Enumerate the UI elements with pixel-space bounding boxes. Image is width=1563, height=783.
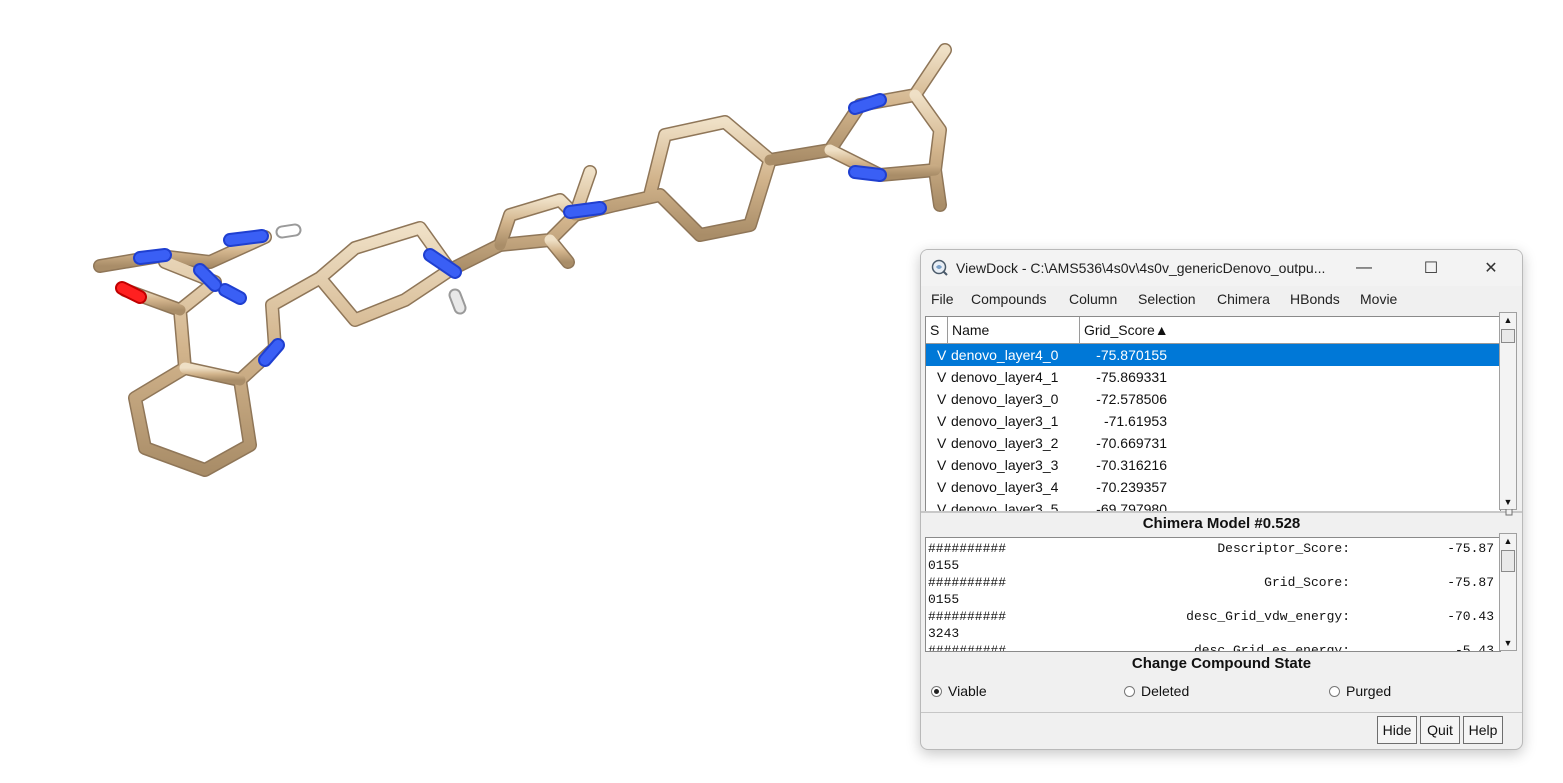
help-button[interactable]: Help xyxy=(1463,716,1503,744)
list-rows: Vdenovo_layer4_0 -75.870155 Vdenovo_layer4… xyxy=(926,344,1500,511)
table-row[interactable]: Vdenovo_layer3_1 -71.61953 xyxy=(926,410,1500,432)
title-bar[interactable]: ViewDock - C:\AMS536\4s0v\4s0v_genericDe… xyxy=(921,250,1522,286)
row-grid-score: -70.316216 xyxy=(1096,457,1167,473)
info-label: desc_Grid_es_energy: xyxy=(1193,643,1350,652)
info-hash: ########## xyxy=(928,643,1007,652)
table-row[interactable]: Vdenovo_layer3_3 -70.316216 xyxy=(926,454,1500,476)
info-value: -75.87 xyxy=(1447,541,1494,556)
row-state: V xyxy=(937,479,947,495)
menu-file[interactable]: File xyxy=(931,291,954,307)
menu-hbonds[interactable]: HBonds xyxy=(1290,291,1340,307)
model-title: Chimera Model #0.528 xyxy=(1142,515,1301,532)
column-header-grid-score[interactable]: Grid_Score▲ xyxy=(1080,317,1500,343)
row-name: denovo_layer4_0 xyxy=(951,347,1059,363)
row-grid-score: -72.578506 xyxy=(1096,391,1167,407)
row-state: V xyxy=(937,435,947,451)
list-header: S Name Grid_Score▲ xyxy=(926,317,1500,344)
menu-movie[interactable]: Movie xyxy=(1360,291,1397,307)
compound-list[interactable]: S Name Grid_Score▲ Vdenovo_layer4_0 -75.8… xyxy=(925,316,1501,512)
info-value: -75.87 xyxy=(1447,575,1494,590)
radio-deleted[interactable]: Deleted xyxy=(1124,683,1189,699)
info-value: -5.43 xyxy=(1454,643,1494,652)
minimize-button[interactable]: — xyxy=(1341,253,1387,283)
table-row[interactable]: Vdenovo_layer4_0 -75.870155 xyxy=(926,344,1500,366)
info-hash: ########## xyxy=(928,541,1007,556)
row-name: denovo_layer4_1 xyxy=(951,369,1059,385)
radio-viable-indicator[interactable] xyxy=(931,685,942,697)
pane-divider[interactable] xyxy=(921,511,1522,513)
menu-bar: File Compounds Column Selection Chimera … xyxy=(921,288,1522,310)
info-hash: ########## xyxy=(928,609,1007,624)
info-hash: ########## xyxy=(928,575,1007,590)
list-scrollbar[interactable]: ▲ ▼ xyxy=(1499,312,1517,510)
chimera-app-icon xyxy=(931,259,948,276)
info-value-continuation: 3243 xyxy=(928,626,960,641)
info-label: Grid_Score: xyxy=(1264,575,1350,590)
info-label: Descriptor_Score: xyxy=(1217,541,1350,556)
window-title: ViewDock - C:\AMS536\4s0v\4s0v_genericDe… xyxy=(956,260,1326,276)
viewdock-window: ViewDock - C:\AMS536\4s0v\4s0v_genericDe… xyxy=(920,249,1523,750)
row-state: V xyxy=(937,457,947,473)
table-row[interactable]: Vdenovo_layer3_2 -70.669731 xyxy=(926,432,1500,454)
radio-purged[interactable]: Purged xyxy=(1329,683,1391,699)
info-value-continuation: 0155 xyxy=(928,558,960,573)
radio-deleted-label: Deleted xyxy=(1141,683,1190,699)
radio-purged-label: Purged xyxy=(1346,683,1392,699)
scroll-up-icon[interactable]: ▲ xyxy=(1500,313,1516,327)
model-info-line: ########## Descriptor_Score: -75.87 0155 xyxy=(926,538,1500,573)
hide-button[interactable]: Hide xyxy=(1377,716,1417,744)
model-info-line: ########## desc_Grid_es_energy: -5.43 xyxy=(926,640,1500,652)
row-grid-score: -70.239357 xyxy=(1096,479,1167,495)
row-grid-score: -75.870155 xyxy=(1096,347,1167,363)
row-state: V xyxy=(937,347,947,363)
info-scroll-up-icon[interactable]: ▲ xyxy=(1500,534,1516,548)
info-value-continuation: 0155 xyxy=(928,592,960,607)
row-name: denovo_layer3_0 xyxy=(951,391,1059,407)
radio-deleted-indicator[interactable] xyxy=(1124,685,1135,697)
info-scroll-thumb[interactable] xyxy=(1501,550,1515,572)
table-row[interactable]: Vdenovo_layer3_0 -72.578506 xyxy=(926,388,1500,410)
table-row[interactable]: Vdenovo_layer4_1 -75.869331 xyxy=(926,366,1500,388)
row-grid-score: -70.669731 xyxy=(1096,435,1167,451)
info-label: desc_Grid_vdw_energy: xyxy=(1186,609,1350,624)
column-header-name[interactable]: Name xyxy=(948,317,1080,343)
row-name: denovo_layer3_4 xyxy=(951,479,1059,495)
info-value: -70.43 xyxy=(1447,609,1494,624)
menu-chimera[interactable]: Chimera xyxy=(1217,291,1270,307)
close-button[interactable]: ✕ xyxy=(1468,253,1514,283)
row-name: denovo_layer3_1 xyxy=(951,413,1059,429)
model-info-panel: ########## Descriptor_Score: -75.87 0155 ###… xyxy=(925,537,1501,652)
info-scroll-down-icon[interactable]: ▼ xyxy=(1500,636,1516,650)
row-name: denovo_layer3_3 xyxy=(951,457,1059,473)
info-scrollbar[interactable]: ▲ ▼ xyxy=(1499,533,1517,651)
radio-purged-indicator[interactable] xyxy=(1329,685,1340,697)
radio-viable[interactable]: Viable xyxy=(931,683,987,699)
quit-button[interactable]: Quit xyxy=(1420,716,1460,744)
menu-compounds[interactable]: Compounds xyxy=(971,291,1047,307)
bottom-separator xyxy=(921,712,1522,713)
row-grid-score: -75.869331 xyxy=(1096,369,1167,385)
scroll-thumb[interactable] xyxy=(1501,329,1515,343)
molecule-structure xyxy=(93,43,952,477)
maximize-button[interactable]: ☐ xyxy=(1408,253,1454,283)
row-grid-score: -71.61953 xyxy=(1103,413,1167,429)
row-state: V xyxy=(937,369,947,385)
scroll-down-icon[interactable]: ▼ xyxy=(1500,495,1516,509)
model-info-line: ########## desc_Grid_vdw_energy: -70.43 324… xyxy=(926,606,1500,641)
state-options: Viable Deleted Purged xyxy=(921,683,1522,703)
model-info-line: ########## Grid_Score: -75.87 0155 xyxy=(926,572,1500,607)
row-state: V xyxy=(937,413,947,429)
menu-selection[interactable]: Selection xyxy=(1138,291,1196,307)
state-title: Change Compound State xyxy=(1131,655,1312,672)
table-row[interactable]: Vdenovo_layer3_5 -69.797980 xyxy=(926,498,1500,511)
column-header-s[interactable]: S xyxy=(926,317,948,343)
row-name: denovo_layer3_2 xyxy=(951,435,1059,451)
table-row[interactable]: Vdenovo_layer3_4 -70.239357 xyxy=(926,476,1500,498)
row-state: V xyxy=(937,391,947,407)
radio-viable-label: Viable xyxy=(948,683,987,699)
menu-column[interactable]: Column xyxy=(1069,291,1117,307)
